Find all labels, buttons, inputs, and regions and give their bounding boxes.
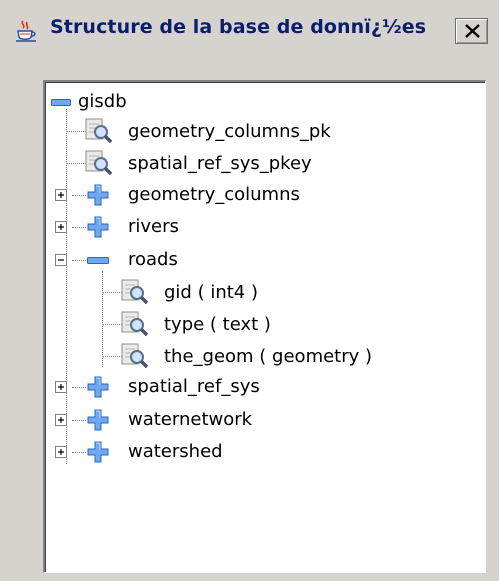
tree-node-index[interactable]: spatial_ref_sys_pkey: [85, 148, 405, 180]
tree-connector: [72, 452, 86, 453]
window-title: Structure de la base de donnï¿½es: [50, 16, 427, 38]
table-plus-icon: [87, 409, 109, 431]
tree-node-label: spatial_ref_sys_pkey: [128, 153, 312, 174]
tree-node-label: type ( text ): [164, 314, 271, 335]
expand-toggle[interactable]: [55, 189, 67, 201]
tree-connector: [72, 195, 86, 196]
tree-node-label: gisdb: [78, 91, 127, 112]
tree-node-label: gid ( int4 ): [164, 282, 258, 303]
tree-node-label: geometry_columns: [128, 184, 300, 205]
close-icon: [465, 24, 480, 38]
tree-node-table[interactable]: rivers: [87, 211, 407, 243]
expand-toggle[interactable]: [55, 221, 67, 233]
tree-connector: [72, 420, 86, 421]
collapse-minus-icon: [51, 99, 71, 106]
table-minus-icon: [87, 257, 109, 264]
tree-connector: [102, 324, 122, 325]
tree-node-column[interactable]: the_geom ( geometry ): [121, 341, 461, 373]
tree-node-label: rivers: [128, 216, 179, 237]
tree-connector: [66, 131, 86, 132]
tree-node-table-roads[interactable]: roads: [87, 244, 407, 276]
tree-node-table[interactable]: waternetwork: [87, 404, 407, 436]
column-magnifier-icon: [121, 343, 149, 369]
tree-node-column[interactable]: gid ( int4 ): [121, 277, 441, 309]
tree-node-label: spatial_ref_sys: [128, 376, 260, 397]
title-bar[interactable]: Structure de la base de donnï¿½es: [0, 0, 499, 54]
close-button[interactable]: [455, 18, 488, 44]
tree-node-index[interactable]: geometry_columns_pk: [85, 116, 405, 148]
tree-node-label: waternetwork: [128, 409, 253, 430]
tree-node-table[interactable]: spatial_ref_sys: [87, 371, 407, 403]
plus-icon: [58, 384, 64, 390]
plus-icon: [58, 192, 64, 198]
plus-icon: [58, 224, 64, 230]
column-magnifier-icon: [121, 311, 149, 337]
tree-connector: [102, 292, 122, 293]
tree-connector: [66, 163, 86, 164]
tree-connector-roads: [102, 271, 103, 367]
tree-node-label: watershed: [128, 441, 223, 462]
tree-connector: [72, 260, 86, 261]
tree-node-label: geometry_columns_pk: [128, 121, 331, 142]
tree-node-label: the_geom ( geometry ): [164, 346, 373, 367]
collapse-toggle[interactable]: [55, 254, 67, 266]
expand-toggle[interactable]: [55, 446, 67, 458]
minus-icon: [58, 259, 64, 261]
index-magnifier-icon: [85, 150, 113, 176]
table-plus-icon: [87, 216, 109, 238]
expand-toggle[interactable]: [55, 381, 67, 393]
expand-toggle[interactable]: [55, 414, 67, 426]
tree-connector: [72, 227, 86, 228]
table-plus-icon: [87, 441, 109, 463]
index-magnifier-icon: [85, 118, 113, 144]
tree-node-gisdb[interactable]: gisdb: [49, 86, 249, 118]
structure-window: Structure de la base de donnï¿½es gisdb …: [0, 0, 499, 581]
tree-node-column[interactable]: type ( text ): [121, 309, 441, 341]
tree-connector: [72, 387, 86, 388]
tree-node-table[interactable]: watershed: [87, 436, 407, 468]
tree-node-table[interactable]: geometry_columns: [87, 179, 407, 211]
tree-connector: [102, 356, 122, 357]
plus-icon: [58, 417, 64, 423]
table-plus-icon: [87, 184, 109, 206]
table-plus-icon: [87, 376, 109, 398]
database-structure-tree[interactable]: gisdb geometry_columns_pk spatial_ref_sy…: [43, 80, 486, 573]
tree-node-label: roads: [128, 249, 178, 270]
column-magnifier-icon: [121, 279, 149, 305]
plus-icon: [58, 449, 64, 455]
java-cup-icon: [16, 20, 36, 42]
